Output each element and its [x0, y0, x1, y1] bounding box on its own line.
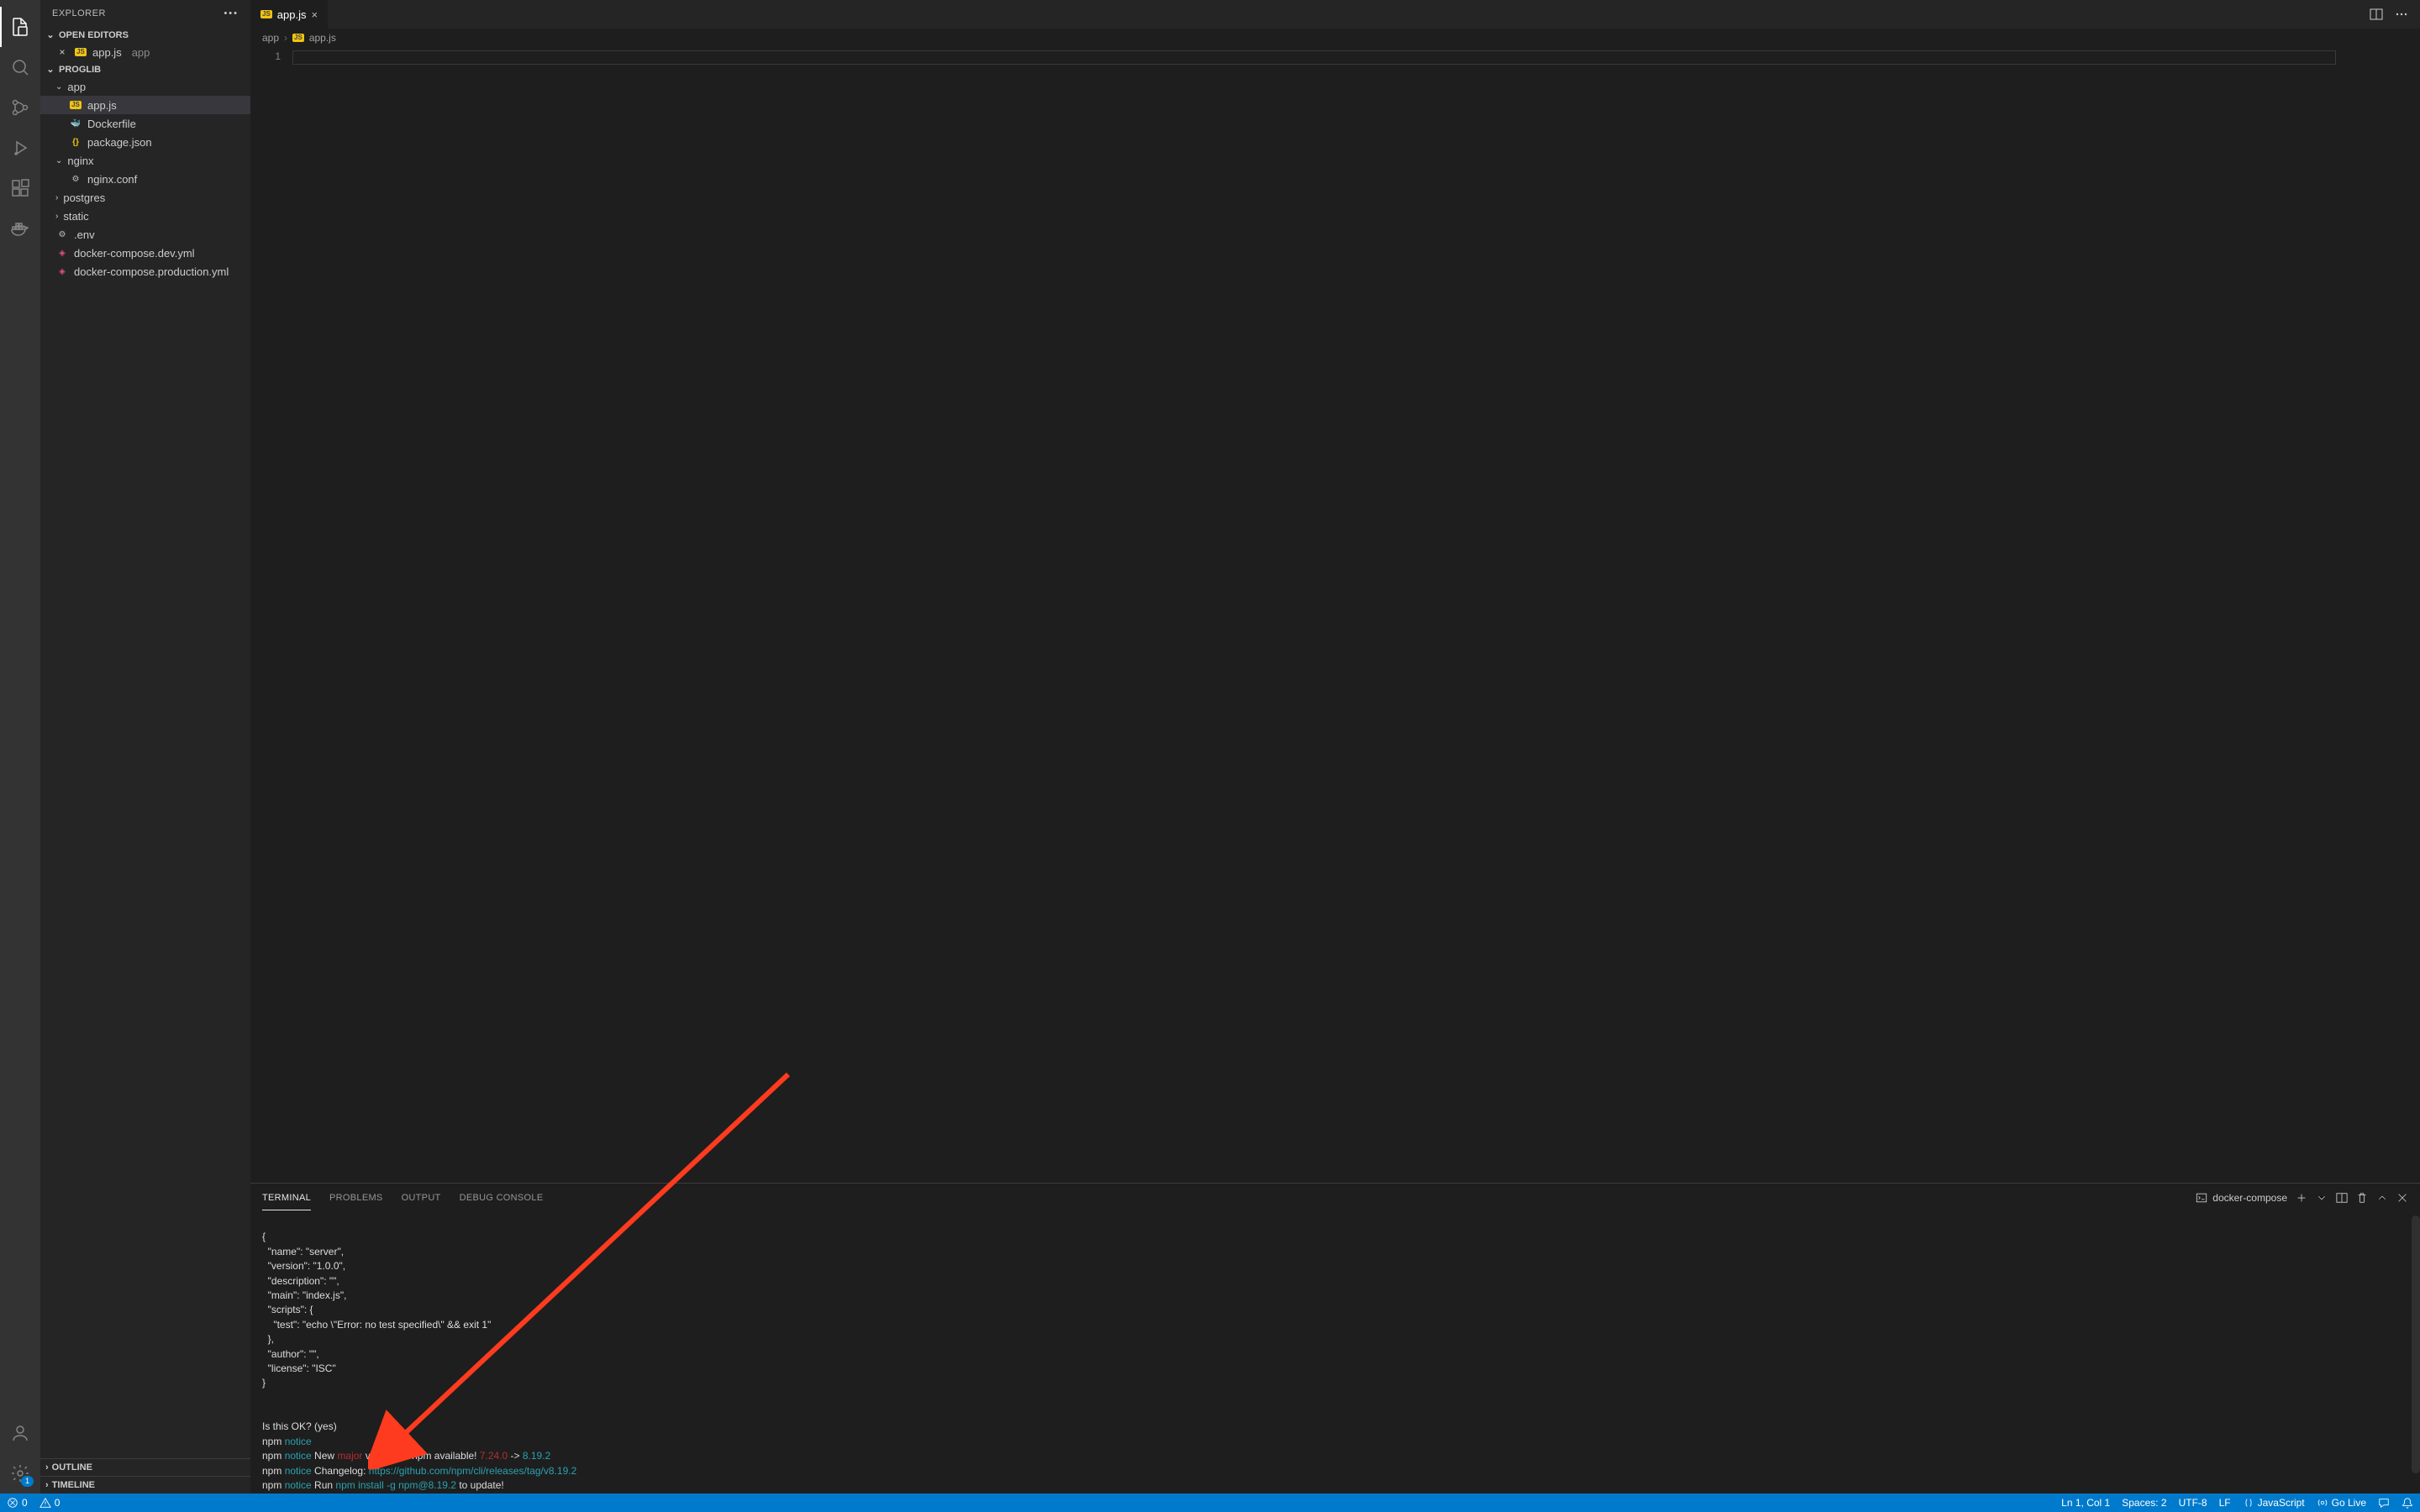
line-number: 1	[250, 50, 281, 62]
status-feedback-icon[interactable]	[2378, 1497, 2390, 1509]
status-bell-icon[interactable]	[2402, 1497, 2413, 1509]
status-warnings[interactable]: 0	[39, 1497, 60, 1509]
file-env[interactable]: ⚙ .env	[40, 225, 250, 244]
tab-terminal[interactable]: TERMINAL	[262, 1186, 311, 1210]
tab-app-js[interactable]: JS app.js ×	[250, 0, 329, 29]
close-panel-icon[interactable]	[2396, 1192, 2408, 1204]
js-file-icon: JS	[260, 10, 272, 18]
docker-icon[interactable]	[0, 208, 40, 249]
outline-section[interactable]: ›OUTLINE	[40, 1458, 250, 1476]
status-bar: 0 0 Ln 1, Col 1 Spaces: 2 UTF-8 LF JavaS…	[0, 1494, 2420, 1512]
split-editor-icon[interactable]	[2370, 8, 2383, 21]
tab-problems[interactable]: PROBLEMS	[329, 1186, 383, 1210]
compose-file-icon: ◈	[55, 265, 69, 278]
settings-badge: 1	[21, 1476, 34, 1487]
conf-file-icon: ⚙	[69, 172, 82, 186]
terminal-icon	[2196, 1192, 2207, 1204]
folder-app[interactable]: ⌄ app	[40, 77, 250, 96]
explorer-sidebar: EXPLORER ••• ⌄OPEN EDITORS × JS app.js a…	[40, 0, 250, 1494]
accounts-icon[interactable]	[0, 1413, 40, 1453]
status-golive[interactable]: Go Live	[2317, 1497, 2366, 1509]
new-terminal-icon[interactable]	[2296, 1192, 2307, 1204]
status-language[interactable]: JavaScript	[2243, 1497, 2305, 1509]
status-eol[interactable]: LF	[2219, 1497, 2231, 1509]
breadcrumb-segment[interactable]: app	[262, 32, 279, 44]
file-package-json[interactable]: {} package.json	[40, 133, 250, 151]
folder-nginx[interactable]: ⌄ nginx	[40, 151, 250, 170]
status-lncol[interactable]: Ln 1, Col 1	[2061, 1497, 2110, 1509]
terminal-output[interactable]: { "name": "server", "version": "1.0.0", …	[250, 1212, 2420, 1494]
file-compose-prod[interactable]: ◈ docker-compose.production.yml	[40, 262, 250, 281]
kill-terminal-icon[interactable]	[2356, 1192, 2368, 1204]
open-editor-item[interactable]: × JS app.js app	[40, 43, 250, 61]
js-file-icon: JS	[70, 101, 82, 109]
explorer-more-icon[interactable]: •••	[224, 8, 239, 18]
tab-label: app.js	[277, 8, 307, 21]
extensions-icon[interactable]	[0, 168, 40, 208]
maximize-panel-icon[interactable]	[2376, 1192, 2388, 1204]
status-encoding[interactable]: UTF-8	[2179, 1497, 2207, 1509]
json-file-icon: {}	[69, 135, 82, 149]
search-icon[interactable]	[0, 47, 40, 87]
terminal-name[interactable]: docker-compose	[2196, 1192, 2287, 1204]
folder-static[interactable]: › static	[40, 207, 250, 225]
compose-file-icon: ◈	[55, 246, 69, 260]
file-app-js[interactable]: JS app.js	[40, 96, 250, 114]
status-spaces[interactable]: Spaces: 2	[2122, 1497, 2166, 1509]
terminal-dropdown-icon[interactable]	[2316, 1192, 2328, 1204]
settings-gear-icon[interactable]: 1	[0, 1453, 40, 1494]
breadcrumb-segment[interactable]: app.js	[309, 32, 336, 44]
folder-postgres[interactable]: › postgres	[40, 188, 250, 207]
explorer-title: EXPLORER	[52, 8, 106, 18]
bottom-panel: TERMINAL PROBLEMS OUTPUT DEBUG CONSOLE d…	[250, 1183, 2420, 1494]
js-file-icon: JS	[75, 48, 87, 56]
file-dockerfile[interactable]: 🐳 Dockerfile	[40, 114, 250, 133]
tab-output[interactable]: OUTPUT	[402, 1186, 441, 1210]
run-debug-icon[interactable]	[0, 128, 40, 168]
docker-file-icon: 🐳	[69, 117, 82, 130]
tabs-bar: JS app.js ×	[250, 0, 2420, 29]
tab-debug-console[interactable]: DEBUG CONSOLE	[460, 1186, 544, 1210]
code-editor[interactable]: 1	[250, 47, 2420, 1183]
terminal-scrollbar[interactable]	[2412, 1215, 2420, 1473]
explorer-icon[interactable]	[0, 7, 40, 47]
file-compose-dev[interactable]: ◈ docker-compose.dev.yml	[40, 244, 250, 262]
timeline-section[interactable]: ›TIMELINE	[40, 1476, 250, 1494]
file-nginx-conf[interactable]: ⚙ nginx.conf	[40, 170, 250, 188]
breadcrumb[interactable]: app › JS app.js	[250, 29, 2420, 47]
close-tab-icon[interactable]: ×	[312, 8, 318, 21]
source-control-icon[interactable]	[0, 87, 40, 128]
env-file-icon: ⚙	[55, 228, 69, 241]
open-editors-section[interactable]: ⌄OPEN EDITORS	[40, 27, 250, 43]
project-section[interactable]: ⌄PROGLIB	[40, 61, 250, 77]
status-errors[interactable]: 0	[7, 1497, 28, 1509]
js-file-icon: JS	[292, 34, 304, 42]
editor-area: JS app.js × app › JS app.js 1	[250, 0, 2420, 1494]
close-icon[interactable]: ×	[55, 46, 69, 58]
activity-bar: 1	[0, 0, 40, 1494]
more-actions-icon[interactable]	[2395, 8, 2408, 21]
split-terminal-icon[interactable]	[2336, 1192, 2348, 1204]
